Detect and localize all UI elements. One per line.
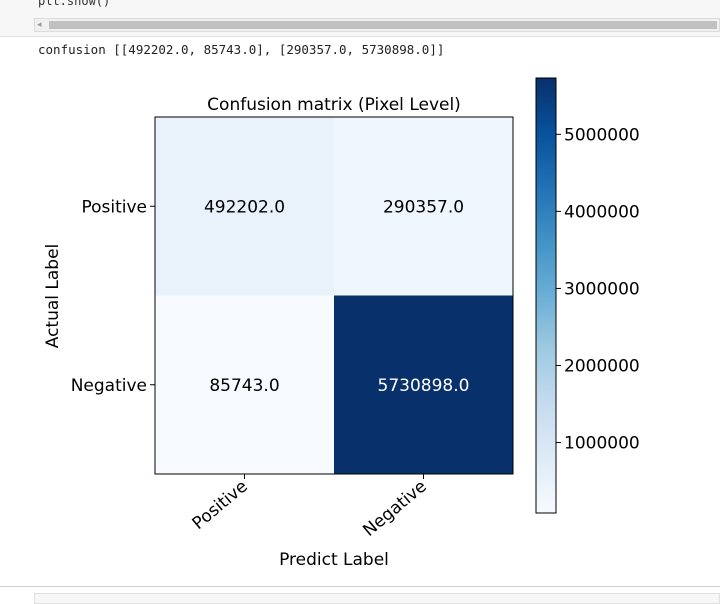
next-cell[interactable] — [0, 586, 720, 604]
x-tick-label: Negative — [359, 477, 430, 541]
cell-value-label: 85743.0 — [209, 376, 279, 396]
colorbar-tick-label: 4000000 — [564, 202, 640, 222]
next-cell-input[interactable] — [34, 593, 720, 604]
colorbar-tick-label: 3000000 — [564, 279, 640, 299]
x-axis-label: Predict Label — [279, 550, 389, 570]
y-tick-label: Negative — [71, 376, 147, 396]
cell-value-label: 492202.0 — [204, 197, 285, 217]
chart-title: Confusion matrix (Pixel Level) — [207, 95, 461, 115]
colorbar-tick-label: 2000000 — [564, 356, 640, 376]
cell-value-label: 290357.0 — [383, 197, 464, 217]
y-axis-label: Actual Label — [43, 244, 63, 349]
confusion-matrix-chart: 492202.0 290357.0 85743.0 5730898.0 Positive… — [43, 77, 640, 570]
colorbar-tick-label: 1000000 — [564, 434, 640, 454]
colorbar-tick-label: 5000000 — [564, 125, 640, 145]
x-tick-label: Positive — [189, 477, 252, 534]
y-tick-label: Positive — [81, 197, 147, 217]
cell-value-label: 5730898.0 — [378, 376, 470, 396]
colorbar — [535, 77, 557, 514]
